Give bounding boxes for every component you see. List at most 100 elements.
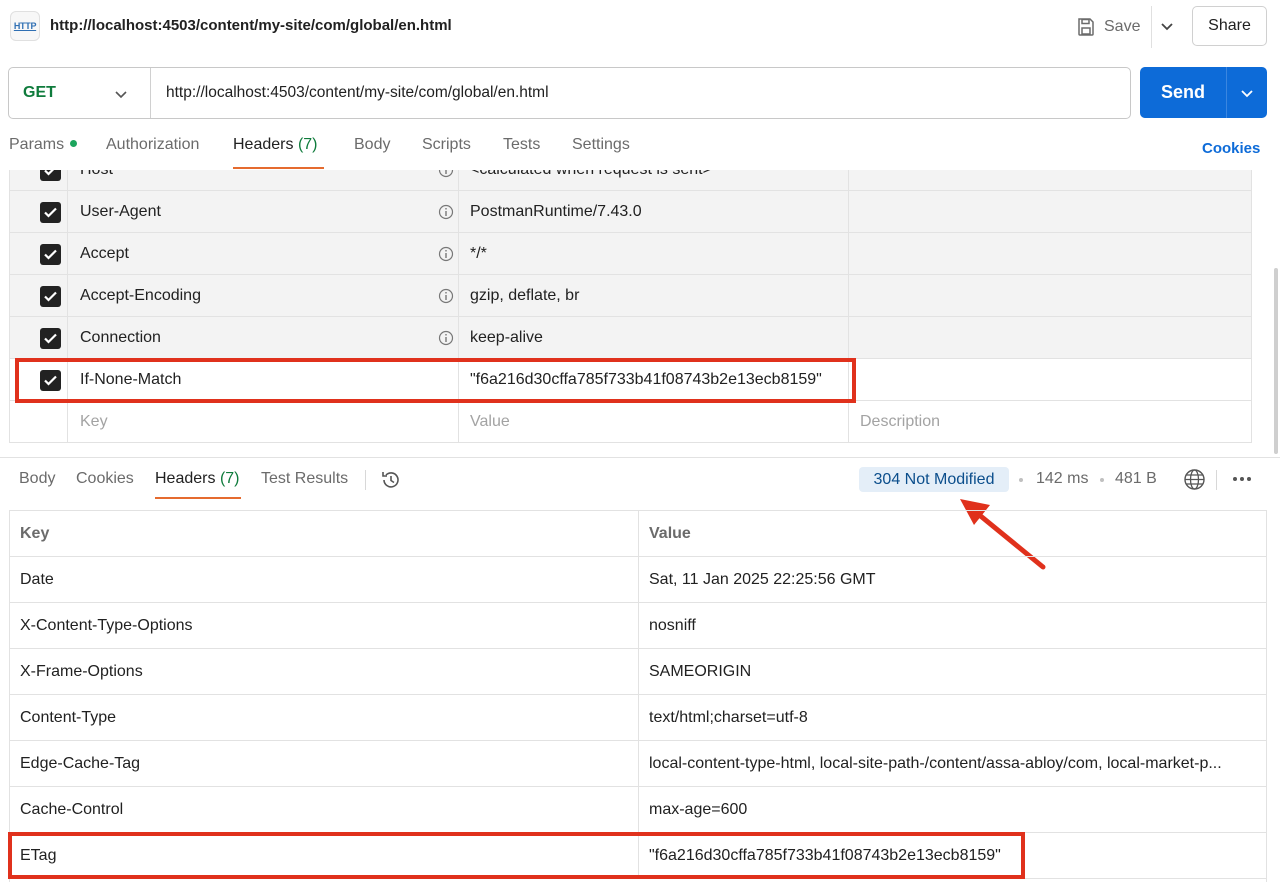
meta-separator-dot (1019, 478, 1023, 482)
column-divider (67, 233, 68, 275)
column-divider (848, 317, 849, 359)
chevron-down-icon[interactable] (1238, 83, 1256, 103)
info-icon[interactable] (438, 246, 454, 262)
chevron-down-icon[interactable] (113, 85, 129, 103)
share-button[interactable]: Share (1192, 6, 1267, 46)
save-label: Save (1104, 18, 1141, 35)
method-select[interactable]: GET (23, 84, 56, 102)
header-key[interactable]: Host (80, 170, 113, 179)
send-label[interactable]: Send (1140, 67, 1226, 118)
response-tab-headers-count: (7) (219, 470, 240, 487)
table-row: Content-Type text/html;charset=utf-8 (10, 695, 1266, 741)
header-value[interactable]: <calculated when request is sent> (470, 170, 712, 179)
table-row: Host <calculated when request is sent> (10, 170, 1251, 191)
top-bar: HTTP http://localhost:4503/content/my-si… (0, 0, 1280, 54)
highlight-if-none-match (15, 358, 856, 403)
response-tab-headers-label: Headers (155, 470, 216, 487)
checkbox-icon[interactable] (40, 328, 61, 349)
highlight-etag (8, 832, 1025, 879)
response-header-key: Date (20, 571, 54, 588)
response-tab-test-results[interactable]: Test Results (261, 470, 348, 488)
response-headers-table: Key Value Date Sat, 11 Jan 2025 22:25:56… (9, 510, 1267, 882)
new-value-input[interactable]: Value (470, 413, 510, 431)
response-time[interactable]: 142 ms (1036, 470, 1088, 488)
http-icon-label: HTTP (13, 21, 37, 31)
column-divider (638, 557, 639, 603)
column-divider (638, 511, 639, 557)
header-key[interactable]: Connection (80, 329, 161, 347)
history-icon[interactable] (380, 469, 402, 491)
table-row: Cache-Control max-age=600 (10, 787, 1266, 833)
header-value[interactable]: PostmanRuntime/7.43.0 (470, 203, 642, 221)
column-divider (458, 233, 459, 275)
globe-icon[interactable] (1183, 468, 1206, 491)
save-button[interactable]: Save (1076, 13, 1140, 41)
header-key[interactable]: User-Agent (80, 203, 161, 221)
column-divider (458, 401, 459, 443)
info-icon[interactable] (438, 170, 454, 178)
tab-scripts[interactable]: Scripts (422, 136, 471, 154)
column-divider (67, 170, 68, 191)
tab-tests[interactable]: Tests (503, 136, 540, 154)
response-tab-cookies[interactable]: Cookies (76, 470, 134, 488)
status-badge[interactable]: 304 Not Modified (859, 467, 1009, 492)
checkbox-icon[interactable] (40, 170, 61, 181)
new-header-row: Key Value Description (10, 401, 1251, 443)
column-header-value: Value (649, 525, 691, 542)
checkbox-icon[interactable] (40, 286, 61, 307)
header-value[interactable]: keep-alive (470, 329, 543, 347)
params-indicator-dot (70, 140, 78, 148)
column-divider (848, 233, 849, 275)
http-icon: HTTP (10, 11, 40, 41)
tab-settings[interactable]: Settings (572, 136, 630, 154)
table-row: X-Content-Type-Options nosniff (10, 603, 1266, 649)
tab-headers[interactable]: Headers (7) (233, 136, 318, 154)
tab-headers-label: Headers (233, 136, 294, 153)
new-key-input[interactable]: Key (80, 413, 108, 431)
header-value[interactable]: */* (470, 245, 487, 263)
header-key[interactable]: Accept-Encoding (80, 287, 201, 305)
meta-divider (1216, 470, 1217, 490)
tab-params[interactable]: Params (9, 136, 78, 154)
response-size[interactable]: 481 B (1115, 470, 1157, 488)
scrollbar[interactable] (1274, 268, 1278, 454)
response-header-key: Edge-Cache-Tag (20, 755, 141, 772)
tab-headers-count: (7) (297, 136, 318, 153)
tab-body[interactable]: Body (354, 136, 390, 154)
checkbox-icon[interactable] (40, 202, 61, 223)
response-header-key: X-Content-Type-Options (20, 617, 193, 634)
column-divider (458, 275, 459, 317)
response-header-value: text/html;charset=utf-8 (649, 709, 808, 726)
request-title[interactable]: http://localhost:4503/content/my-site/co… (50, 17, 452, 34)
info-icon[interactable] (438, 330, 454, 346)
column-divider (638, 741, 639, 787)
tab-params-label: Params (9, 136, 65, 153)
new-description-input[interactable]: Description (860, 413, 940, 431)
response-tab-headers[interactable]: Headers (7) (155, 470, 240, 488)
response-tab-body[interactable]: Body (19, 470, 55, 488)
table-header-row: Key Value (10, 511, 1266, 557)
response-header-value: local-content-type-html, local-site-path… (649, 755, 1222, 772)
more-icon[interactable] (1231, 471, 1253, 487)
column-divider (848, 170, 849, 191)
checkbox-icon[interactable] (40, 244, 61, 265)
column-divider (848, 275, 849, 317)
table-row: Accept */* (10, 233, 1251, 275)
header-key[interactable]: Accept (80, 245, 129, 263)
section-divider (0, 457, 1280, 458)
tab-authorization[interactable]: Authorization (106, 136, 199, 154)
table-row: Date Sat, 11 Jan 2025 22:25:56 GMT (10, 557, 1266, 603)
info-icon[interactable] (438, 204, 454, 220)
url-divider (150, 68, 151, 118)
url-input[interactable]: http://localhost:4503/content/my-site/co… (166, 84, 549, 102)
header-value[interactable]: gzip, deflate, br (470, 287, 579, 305)
table-row: Connection keep-alive (10, 317, 1251, 359)
table-row: Edge-Cache-Tag local-content-type-html, … (10, 741, 1266, 787)
response-header-value: SAMEORIGIN (649, 663, 752, 680)
send-button[interactable]: Send (1140, 67, 1267, 118)
response-active-tab-underline (155, 497, 241, 499)
chevron-down-icon[interactable] (1158, 16, 1176, 36)
cookies-link[interactable]: Cookies (1202, 140, 1260, 157)
info-icon[interactable] (438, 288, 454, 304)
column-header-key: Key (20, 525, 50, 542)
